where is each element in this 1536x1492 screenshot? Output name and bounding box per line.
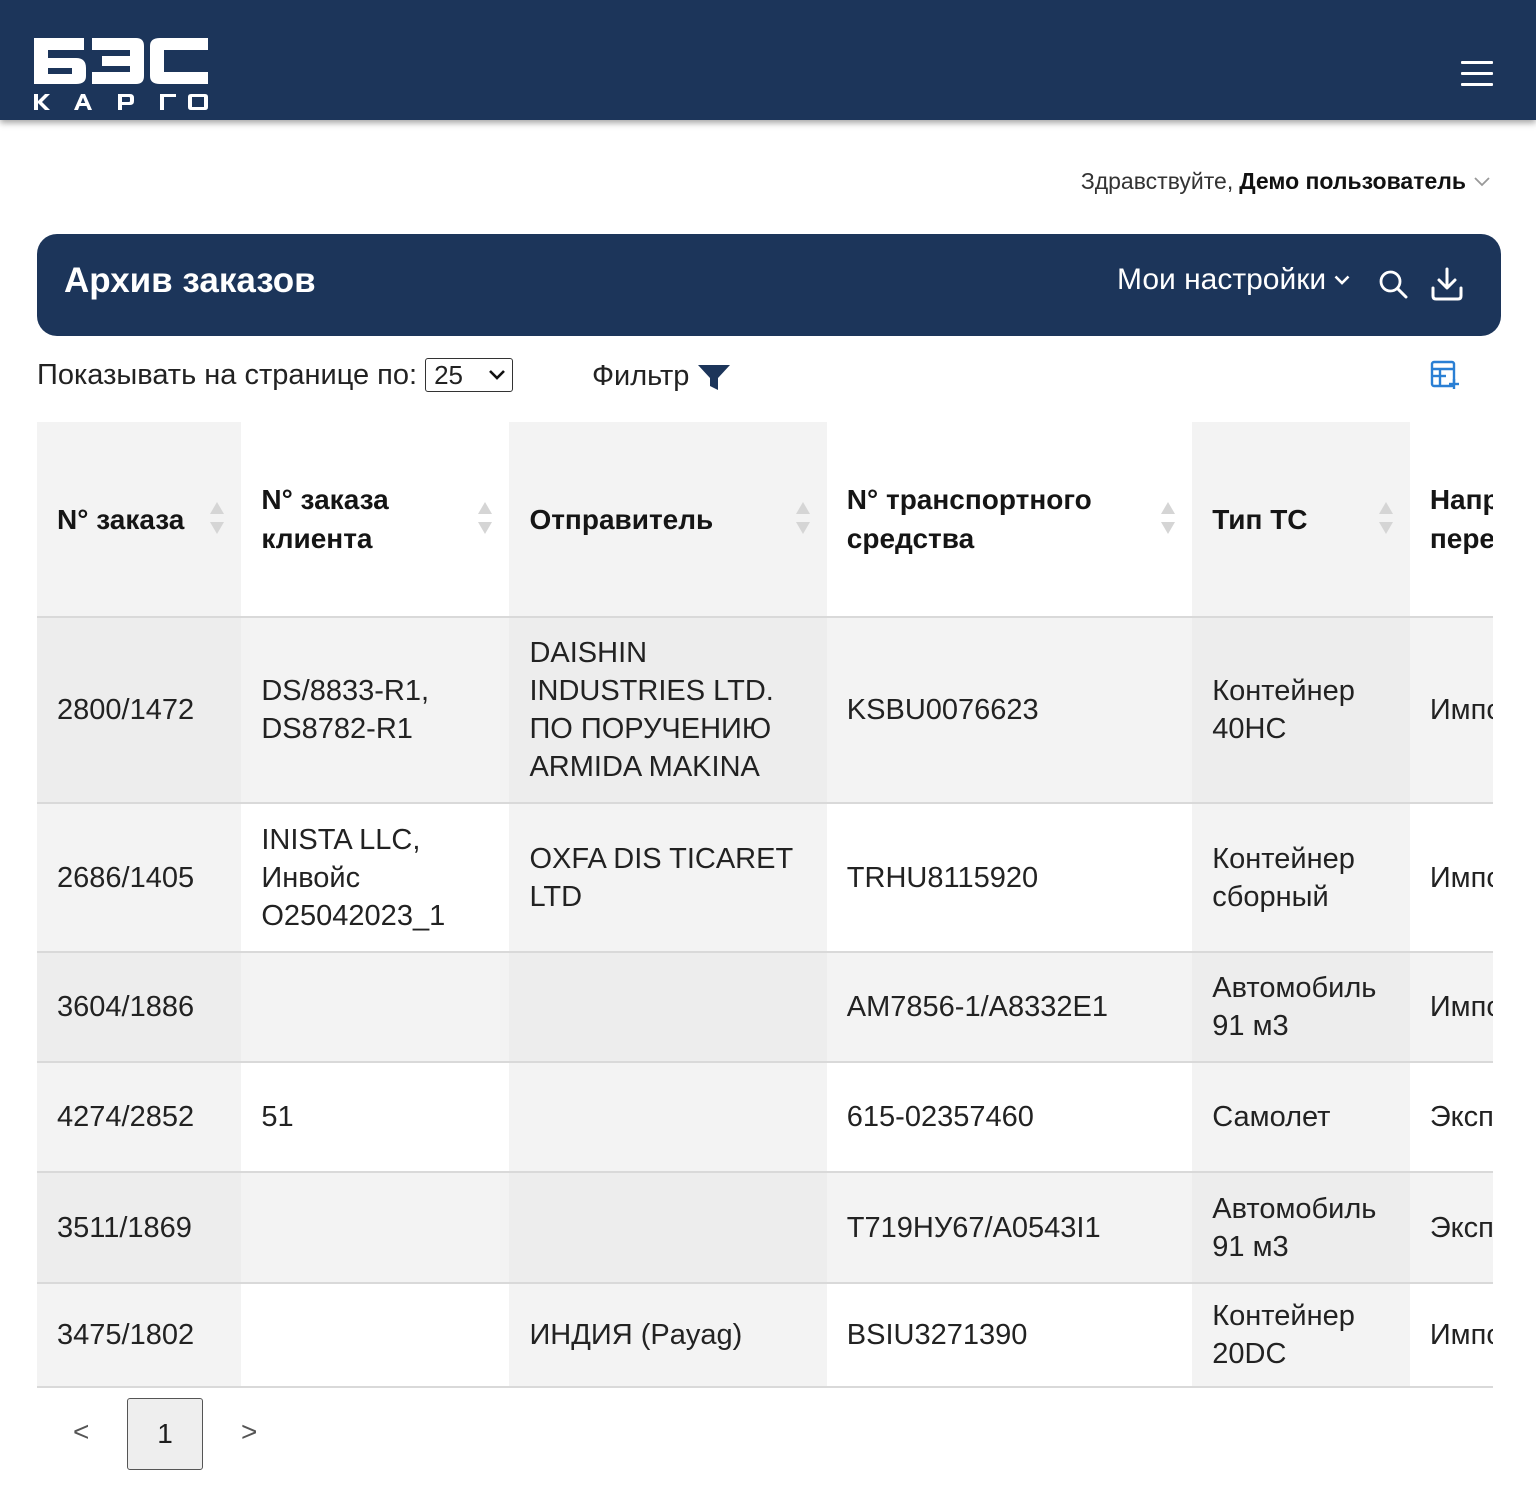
filter-label: Фильтр xyxy=(592,360,690,392)
funnel-icon xyxy=(698,364,731,390)
cell-client-order-number: INISTA LLC, Инвойс O25042023_1 xyxy=(241,802,510,952)
table-row[interactable]: 3604/1886 AM7856-1/A8332E1 Автомобиль 91… xyxy=(37,951,1493,1062)
cell-vehicle-number: AM7856-1/A8332E1 xyxy=(826,951,1193,1062)
cell-order-number: 3604/1886 xyxy=(37,951,242,1062)
cell-sender: ИНДИЯ (Payag) xyxy=(509,1282,827,1388)
chevron-down-icon[interactable] xyxy=(1474,176,1490,187)
page-button-current[interactable]: 1 xyxy=(127,1398,203,1470)
column-header-label: N° заказа xyxy=(57,503,185,535)
cell-client-order-number xyxy=(241,1282,510,1388)
sort-icon[interactable] xyxy=(1378,501,1394,535)
column-header-direction[interactable]: Направление перевозки xyxy=(1410,422,1493,617)
filter-button[interactable]: Фильтр xyxy=(592,360,731,393)
column-header-sender[interactable]: Отправитель xyxy=(509,422,827,617)
my-settings-label: Мои настройки xyxy=(1117,263,1327,296)
column-header-label: N° заказа клиента xyxy=(261,484,389,554)
page-title: Архив заказов xyxy=(64,261,316,300)
cell-order-number: 2686/1405 xyxy=(37,802,242,952)
column-header-vehicle-type[interactable]: Тип ТС xyxy=(1192,422,1410,617)
cell-sender: OXFA DIS TICARET LTD xyxy=(509,802,827,952)
cell-vehicle-type: Автомобиль 91 м3 xyxy=(1192,1171,1410,1283)
chevron-down-icon xyxy=(489,370,505,380)
greeting-text: Здравствуйте, xyxy=(1080,168,1234,194)
cell-order-number: 2800/1472 xyxy=(37,616,242,803)
cell-vehicle-type: Контейнер 40HC xyxy=(1192,616,1410,803)
download-icon[interactable] xyxy=(1429,266,1465,302)
cell-order-number: 3475/1802 xyxy=(37,1282,242,1388)
column-header-label: Направление перевозки xyxy=(1429,484,1493,554)
column-header-client-order-number[interactable]: N° заказа клиента xyxy=(241,422,509,617)
page-size-select[interactable]: 25 xyxy=(425,358,514,392)
chevron-down-icon xyxy=(1334,275,1350,285)
column-header-order-number[interactable]: N° заказа xyxy=(37,422,242,617)
cell-client-order-number xyxy=(241,951,510,1062)
cell-client-order-number: DS/8833-R1, DS8782-R1 xyxy=(241,616,510,803)
column-header-label: N° транспортного средства xyxy=(846,484,1092,554)
cell-direction: Импорт xyxy=(1409,616,1493,803)
cell-direction: Импорт xyxy=(1409,1282,1493,1388)
cell-order-number: 4274/2852 xyxy=(37,1061,242,1172)
cell-sender xyxy=(509,1171,827,1283)
cell-vehicle-number: KSBU0076623 xyxy=(826,616,1193,803)
table-row[interactable]: 2686/1405 INISTA LLC, Инвойс O25042023_1… xyxy=(37,802,1493,952)
cell-vehicle-number: 615-02357460 xyxy=(826,1061,1193,1172)
sort-icon[interactable] xyxy=(1160,501,1176,535)
cell-direction: Экспорт xyxy=(1409,1171,1493,1283)
user-greeting: Здравствуйте, Демо пользователь xyxy=(1081,168,1490,195)
sort-icon[interactable] xyxy=(209,501,225,535)
prev-page-button[interactable]: < xyxy=(73,1416,89,1448)
cell-direction: Импорт xyxy=(1409,802,1493,952)
archive-header-panel: Архив заказов Мои настройки xyxy=(37,234,1501,336)
my-settings-dropdown[interactable]: Мои настройки xyxy=(1117,263,1350,297)
orders-table-container[interactable]: N° заказа N° заказа клиента Отправитель … xyxy=(37,422,1493,1390)
sort-icon[interactable] xyxy=(795,501,811,535)
table-row[interactable]: 3475/1802 ИНДИЯ (Payag) BSIU3271390 Конт… xyxy=(37,1282,1493,1388)
company-logo[interactable] xyxy=(32,34,210,114)
cell-order-number: 3511/1869 xyxy=(37,1171,242,1283)
table-row[interactable]: 3511/1869 T719HУ67/A0543I1 Автомобиль 91… xyxy=(37,1171,1493,1283)
cell-vehicle-type: Контейнер 20DC xyxy=(1192,1282,1410,1388)
cell-direction: Экспорт xyxy=(1409,1061,1493,1172)
cell-sender: DAISHIN INDUSTRIES LTD. ПО ПОРУЧЕНИЮ ARM… xyxy=(509,616,827,803)
user-menu[interactable]: Демо пользователь xyxy=(1239,168,1466,195)
table-columns-icon[interactable] xyxy=(1430,360,1462,390)
orders-table: N° заказа N° заказа клиента Отправитель … xyxy=(37,422,1493,1388)
top-navbar xyxy=(0,0,1536,120)
table-row[interactable]: 4274/2852 51 615-02357460 Самолет Экспор… xyxy=(37,1061,1493,1172)
cell-vehicle-number: BSIU3271390 xyxy=(826,1282,1193,1388)
cell-vehicle-number: TRHU8115920 xyxy=(826,802,1193,952)
cell-sender xyxy=(509,1061,827,1172)
cell-vehicle-type: Контейнер сборный xyxy=(1192,802,1410,952)
table-row[interactable]: 2800/1472 DS/8833-R1, DS8782-R1 DAISHIN … xyxy=(37,616,1493,803)
pagination: < 1 > xyxy=(37,1398,337,1472)
cell-vehicle-type: Самолет xyxy=(1192,1061,1410,1172)
search-icon[interactable] xyxy=(1377,268,1409,300)
cell-direction: Импорт xyxy=(1409,951,1493,1062)
cell-vehicle-type: Автомобиль 91 м3 xyxy=(1192,951,1410,1062)
sort-icon[interactable] xyxy=(477,501,493,535)
column-header-label: Тип ТС xyxy=(1212,503,1308,535)
cell-client-order-number xyxy=(241,1171,510,1283)
hamburger-icon[interactable] xyxy=(1461,61,1493,87)
next-page-button[interactable]: > xyxy=(241,1416,257,1448)
page-size-label: Показывать на странице по: xyxy=(37,358,418,391)
cell-sender xyxy=(509,951,827,1062)
cell-client-order-number: 51 xyxy=(241,1061,510,1172)
page-size-control: Показывать на странице по: 25 xyxy=(37,358,514,392)
column-header-label: Отправитель xyxy=(529,503,714,535)
page-size-value: 25 xyxy=(434,359,463,390)
cell-vehicle-number: T719HУ67/A0543I1 xyxy=(826,1171,1193,1283)
column-header-vehicle-number[interactable]: N° транспортного средства xyxy=(827,422,1192,617)
